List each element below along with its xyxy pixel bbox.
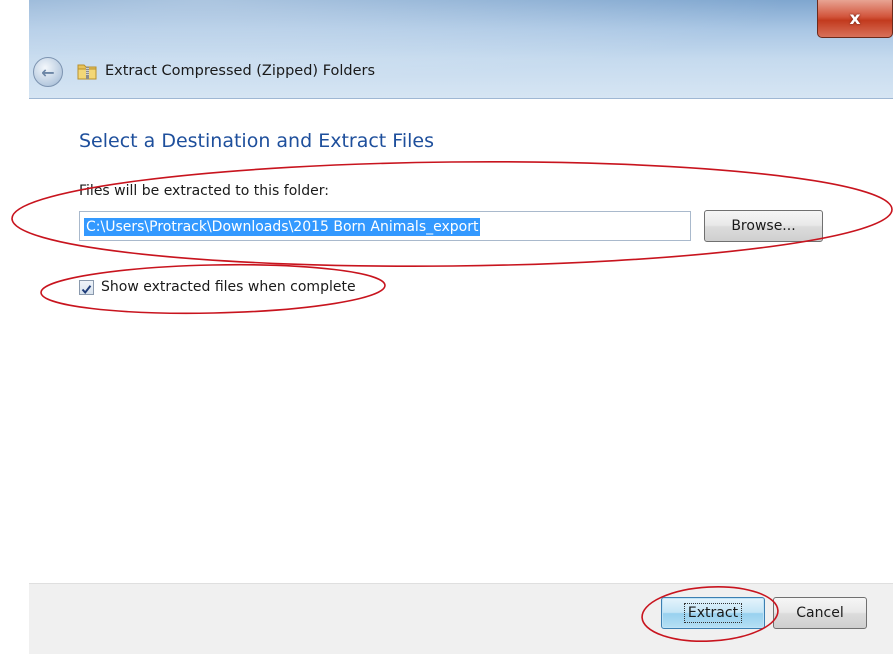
back-arrow-icon: ← (41, 62, 55, 82)
close-icon: x (849, 8, 861, 29)
browse-button-label: Browse... (731, 218, 796, 234)
cancel-button-label: Cancel (796, 605, 844, 621)
show-files-checkbox[interactable] (79, 280, 94, 295)
destination-label: Files will be extracted to this folder: (79, 183, 329, 199)
destination-path-input[interactable]: C:\Users\Protrack\Downloads\2015 Born An… (79, 211, 691, 241)
browse-button[interactable]: Browse... (704, 210, 823, 242)
extract-button-label: Extract (683, 603, 743, 623)
close-button[interactable]: x (817, 0, 893, 38)
title-bar: ← Extract Compressed (Zipped) Folders x (29, 0, 893, 99)
page-title: Select a Destination and Extract Files (79, 130, 434, 152)
extract-dialog: ← Extract Compressed (Zipped) Folders x … (29, 0, 893, 654)
extract-button[interactable]: Extract (661, 597, 765, 629)
back-button[interactable]: ← (33, 57, 63, 87)
show-files-label[interactable]: Show extracted files when complete (101, 279, 356, 295)
zip-folder-icon (77, 64, 97, 80)
cancel-button[interactable]: Cancel (773, 597, 867, 629)
destination-path-value: C:\Users\Protrack\Downloads\2015 Born An… (84, 218, 481, 236)
window-title: Extract Compressed (Zipped) Folders (105, 63, 376, 79)
checkmark-icon (81, 285, 92, 295)
